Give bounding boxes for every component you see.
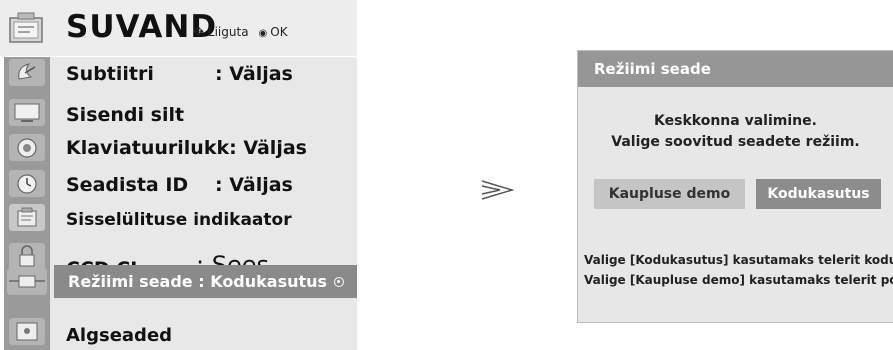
menu-item-set-id[interactable]: Seadista ID : Väljas xyxy=(66,174,293,196)
dialog-message-line1: Keskkonna valimine. xyxy=(654,113,817,129)
menu-item-power-indicator[interactable]: Sisselülituse indikaator xyxy=(66,210,292,230)
menu-item-label: Subtiitri xyxy=(66,63,154,85)
menu-item-label: Klaviatuurilukk: Väljas xyxy=(66,137,307,159)
selected-item-label: Režiimi seade : Kodukasutus xyxy=(68,272,328,291)
menu-header: SUVAND ✥ Liiguta ◉ OK xyxy=(0,0,357,56)
menu-body xyxy=(50,57,357,350)
menu-item-value: : Väljas xyxy=(215,174,293,196)
ok-indicator-icon xyxy=(334,277,344,287)
dialog-note-home: Valige [Kodukasutus] kasutamaks telerit … xyxy=(584,253,893,267)
menu-item-label: Sisendi silt xyxy=(66,104,185,126)
menu-item-label: Seadista ID xyxy=(66,174,189,196)
navigation-arrows-icon: ✥ xyxy=(193,25,204,40)
option-menu: SUVAND ✥ Liiguta ◉ OK Subtiitri: Väljas… xyxy=(0,0,357,350)
menu-hint: ✥ Liiguta ◉ OK xyxy=(193,25,288,40)
dialog-title: Režiimi seade xyxy=(594,60,711,78)
dialog-note-store: Valige [Kaupluse demo] kasutamaks teleri… xyxy=(584,273,893,287)
menu-item-key-lock[interactable]: Klaviatuurilukk: Väljas xyxy=(66,137,307,159)
speaker-icon[interactable] xyxy=(9,134,45,161)
menu-item-input-label[interactable]: Sisendi silt xyxy=(66,104,184,126)
support-icon[interactable] xyxy=(9,318,45,345)
dialog-titlebar: Režiimi seade xyxy=(578,51,893,87)
transition-arrow-icon xyxy=(481,180,515,200)
menu-item-label: Sisselülituse indikaator xyxy=(66,210,292,230)
input-plug-icon[interactable] xyxy=(7,268,47,295)
option-menu-icon xyxy=(9,12,43,43)
menu-item-subtitle[interactable]: Subtiitri : Väljas xyxy=(66,63,293,85)
store-demo-button[interactable]: Kaupluse demo xyxy=(594,179,745,209)
menu-item-label: Algseaded xyxy=(66,325,173,346)
ok-button-icon: ◉ xyxy=(258,28,268,39)
monitor-icon[interactable] xyxy=(9,99,45,126)
option-icon[interactable] xyxy=(9,204,45,231)
home-use-button[interactable]: Kodukasutus xyxy=(756,179,881,209)
clock-icon[interactable] xyxy=(9,170,45,197)
hint-ok-label: OK xyxy=(270,25,288,39)
satellite-dish-icon[interactable] xyxy=(9,59,45,86)
hint-move-label: Liiguta xyxy=(207,25,249,39)
menu-item-value: : Väljas xyxy=(215,63,293,85)
mode-setting-dialog: Režiimi seade Keskkonna valimine. Valige… xyxy=(577,50,893,323)
dialog-message-line2: Valige soovitud seadete režiim. xyxy=(611,134,860,150)
lock-icon[interactable] xyxy=(9,243,45,270)
menu-item-factory-reset[interactable]: Algseaded xyxy=(66,325,172,346)
